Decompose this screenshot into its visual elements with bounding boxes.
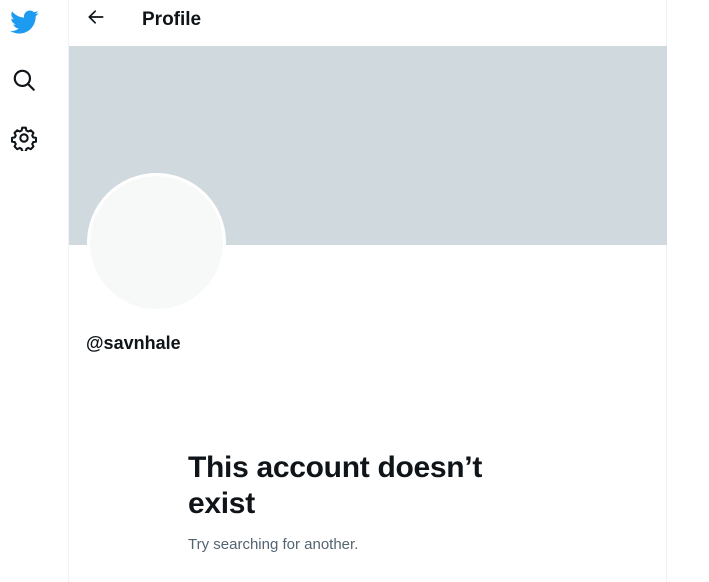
profile-header: Profile [69, 0, 666, 46]
twitter-bird-icon [9, 7, 39, 37]
search-icon [11, 67, 37, 93]
empty-state: This account doesn’t exist Try searching… [188, 450, 528, 554]
back-button[interactable] [82, 5, 110, 33]
profile-handle: @savnhale [86, 333, 181, 353]
app-window: Profile @savnhale This account doesn’t e… [0, 0, 709, 582]
avatar [87, 173, 226, 312]
sidebar [0, 0, 68, 582]
gear-icon [11, 125, 37, 151]
empty-state-title: This account doesn’t exist [188, 451, 483, 520]
twitter-logo-button[interactable] [6, 4, 42, 40]
settings-button[interactable] [6, 120, 42, 156]
empty-state-subtitle: Try searching for another. [188, 536, 359, 553]
arrow-left-icon [86, 7, 106, 32]
search-button[interactable] [6, 62, 42, 98]
profile-column: Profile @savnhale This account doesn’t e… [68, 0, 667, 582]
page-title: Profile [142, 9, 202, 30]
